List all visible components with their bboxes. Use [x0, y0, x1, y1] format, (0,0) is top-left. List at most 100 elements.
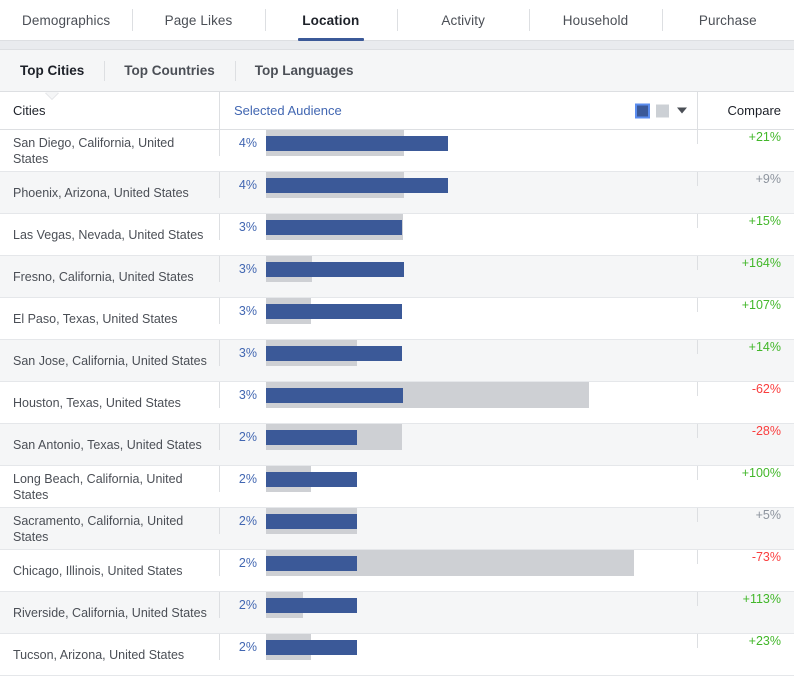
- table-row[interactable]: Fresno, California, United States 3% +164%: [0, 256, 794, 298]
- city-name: Fresno, California, United States: [13, 269, 194, 284]
- tab-activity[interactable]: Activity: [396, 0, 529, 40]
- cell-compare: +9%: [697, 172, 794, 186]
- selected-audience-bar: [266, 514, 357, 529]
- column-header-compare[interactable]: Compare: [697, 92, 794, 129]
- cell-city: Chicago, Illinois, United States: [0, 550, 219, 591]
- cell-city: Sacramento, California, United States: [0, 508, 219, 549]
- table-body: San Diego, California, United States 4% +2…: [0, 130, 794, 676]
- active-subtab-caret-icon: [45, 91, 60, 99]
- table-row[interactable]: El Paso, Texas, United States 3% +107%: [0, 298, 794, 340]
- column-header-selected-audience: Selected Audience: [219, 92, 697, 129]
- bar-track: [266, 592, 697, 618]
- tab-purchase[interactable]: Purchase: [661, 0, 794, 40]
- compare-value: -62%: [751, 382, 781, 396]
- compare-value: -73%: [751, 550, 781, 564]
- audience-insights-location-panel: Demographics Page Likes Location Activity Ho…: [0, 0, 794, 685]
- table-row[interactable]: San Diego, California, United States 4% +2…: [0, 130, 794, 172]
- compare-value: +14%: [748, 340, 781, 354]
- cell-audience-bars: 3%: [219, 340, 697, 366]
- audience-percent: 3%: [238, 346, 257, 360]
- table-row[interactable]: Phoenix, Arizona, United States 4% +9%: [0, 172, 794, 214]
- compare-value: +164%: [741, 256, 781, 270]
- cell-compare: +23%: [697, 634, 794, 648]
- tab-household[interactable]: Household: [529, 0, 661, 40]
- audience-percent: 4%: [238, 136, 257, 150]
- subtab-top-countries[interactable]: Top Countries: [104, 50, 235, 92]
- city-name: Riverside, California, United States: [13, 605, 207, 620]
- bar-track: [266, 214, 697, 240]
- chevron-down-icon[interactable]: [677, 107, 687, 114]
- cell-audience-bars: 3%: [219, 256, 697, 282]
- cell-city: San Jose, California, United States: [0, 340, 219, 381]
- table-row[interactable]: Houston, Texas, United States 3% -62%: [0, 382, 794, 424]
- table-row[interactable]: San Antonio, Texas, United States 2% -28%: [0, 424, 794, 466]
- selected-audience-bar: [266, 136, 448, 151]
- cell-city: Tucson, Arizona, United States: [0, 634, 219, 675]
- subtab-label: Top Languages: [254, 62, 354, 78]
- cell-audience-bars: 3%: [219, 382, 697, 408]
- cell-compare: -28%: [697, 424, 794, 438]
- selected-audience-bar: [266, 178, 448, 193]
- city-name: Chicago, Illinois, United States: [13, 563, 183, 578]
- selected-audience-bar: [266, 388, 403, 403]
- bar-track: [266, 256, 697, 282]
- series-legend: [635, 103, 687, 118]
- tab-page-likes[interactable]: Page Likes: [132, 0, 264, 40]
- table-row[interactable]: Tucson, Arizona, United States 2% +23%: [0, 634, 794, 676]
- cell-compare: +107%: [697, 298, 794, 312]
- subtab-top-cities[interactable]: Top Cities: [0, 50, 104, 99]
- selected-audience-link[interactable]: Selected Audience: [220, 103, 342, 118]
- cell-compare: -62%: [697, 382, 794, 396]
- city-name: El Paso, Texas, United States: [13, 311, 178, 326]
- selected-audience-bar: [266, 430, 357, 445]
- selected-audience-bar: [266, 304, 402, 319]
- audience-percent: 3%: [238, 304, 257, 318]
- selected-audience-bar: [266, 220, 402, 235]
- cell-city: El Paso, Texas, United States: [0, 298, 219, 339]
- bar-track: [266, 508, 697, 534]
- compare-value: +5%: [755, 508, 781, 522]
- table-row[interactable]: San Jose, California, United States 3% +14…: [0, 340, 794, 382]
- tab-location[interactable]: Location: [264, 0, 397, 41]
- tab-demographics[interactable]: Demographics: [0, 0, 132, 40]
- tab-label: Demographics: [22, 12, 111, 28]
- compare-value: +107%: [741, 298, 781, 312]
- city-name: Houston, Texas, United States: [13, 395, 181, 410]
- cell-compare: +15%: [697, 214, 794, 228]
- top-cities-table: Cities Selected Audience Compare San Die…: [0, 92, 794, 676]
- bar-track: [266, 340, 697, 366]
- tab-label: Activity: [441, 12, 485, 28]
- cell-city: San Diego, California, United States: [0, 130, 219, 171]
- cell-city: San Antonio, Texas, United States: [0, 424, 219, 465]
- audience-percent: 3%: [238, 220, 257, 234]
- bar-track: [266, 634, 697, 660]
- selected-audience-swatch[interactable]: [635, 103, 650, 118]
- cell-audience-bars: 2%: [219, 550, 697, 576]
- table-header-row: Cities Selected Audience Compare: [0, 92, 794, 130]
- compare-swatch[interactable]: [656, 104, 669, 117]
- column-header-cities-label: Cities: [13, 102, 46, 118]
- cell-compare: +5%: [697, 508, 794, 522]
- bar-track: [266, 424, 697, 450]
- bar-track: [266, 130, 697, 156]
- cell-audience-bars: 2%: [219, 508, 697, 534]
- audience-percent: 4%: [238, 178, 257, 192]
- cell-audience-bars: 3%: [219, 298, 697, 324]
- tab-label: Purchase: [698, 12, 757, 28]
- city-name: San Diego, California, United States: [13, 135, 175, 166]
- table-row[interactable]: Chicago, Illinois, United States 2% -73%: [0, 550, 794, 592]
- table-row[interactable]: Las Vegas, Nevada, United States 3% +15%: [0, 214, 794, 256]
- table-row[interactable]: Long Beach, California, United States 2% +…: [0, 466, 794, 508]
- selected-audience-bar: [266, 346, 402, 361]
- compare-value: +9%: [755, 172, 781, 186]
- audience-percent: 2%: [238, 514, 257, 528]
- cell-city: Las Vegas, Nevada, United States: [0, 214, 219, 255]
- column-header-cities[interactable]: Cities: [0, 102, 219, 120]
- table-row[interactable]: Sacramento, California, United States 2% +…: [0, 508, 794, 550]
- cell-compare: +14%: [697, 340, 794, 354]
- table-row[interactable]: Riverside, California, United States 2% +1…: [0, 592, 794, 634]
- city-name: Phoenix, Arizona, United States: [13, 185, 189, 200]
- subtab-top-languages[interactable]: Top Languages: [234, 50, 374, 92]
- main-tab-bar: Demographics Page Likes Location Activity Ho…: [0, 0, 794, 41]
- city-name: Sacramento, California, United States: [13, 513, 184, 544]
